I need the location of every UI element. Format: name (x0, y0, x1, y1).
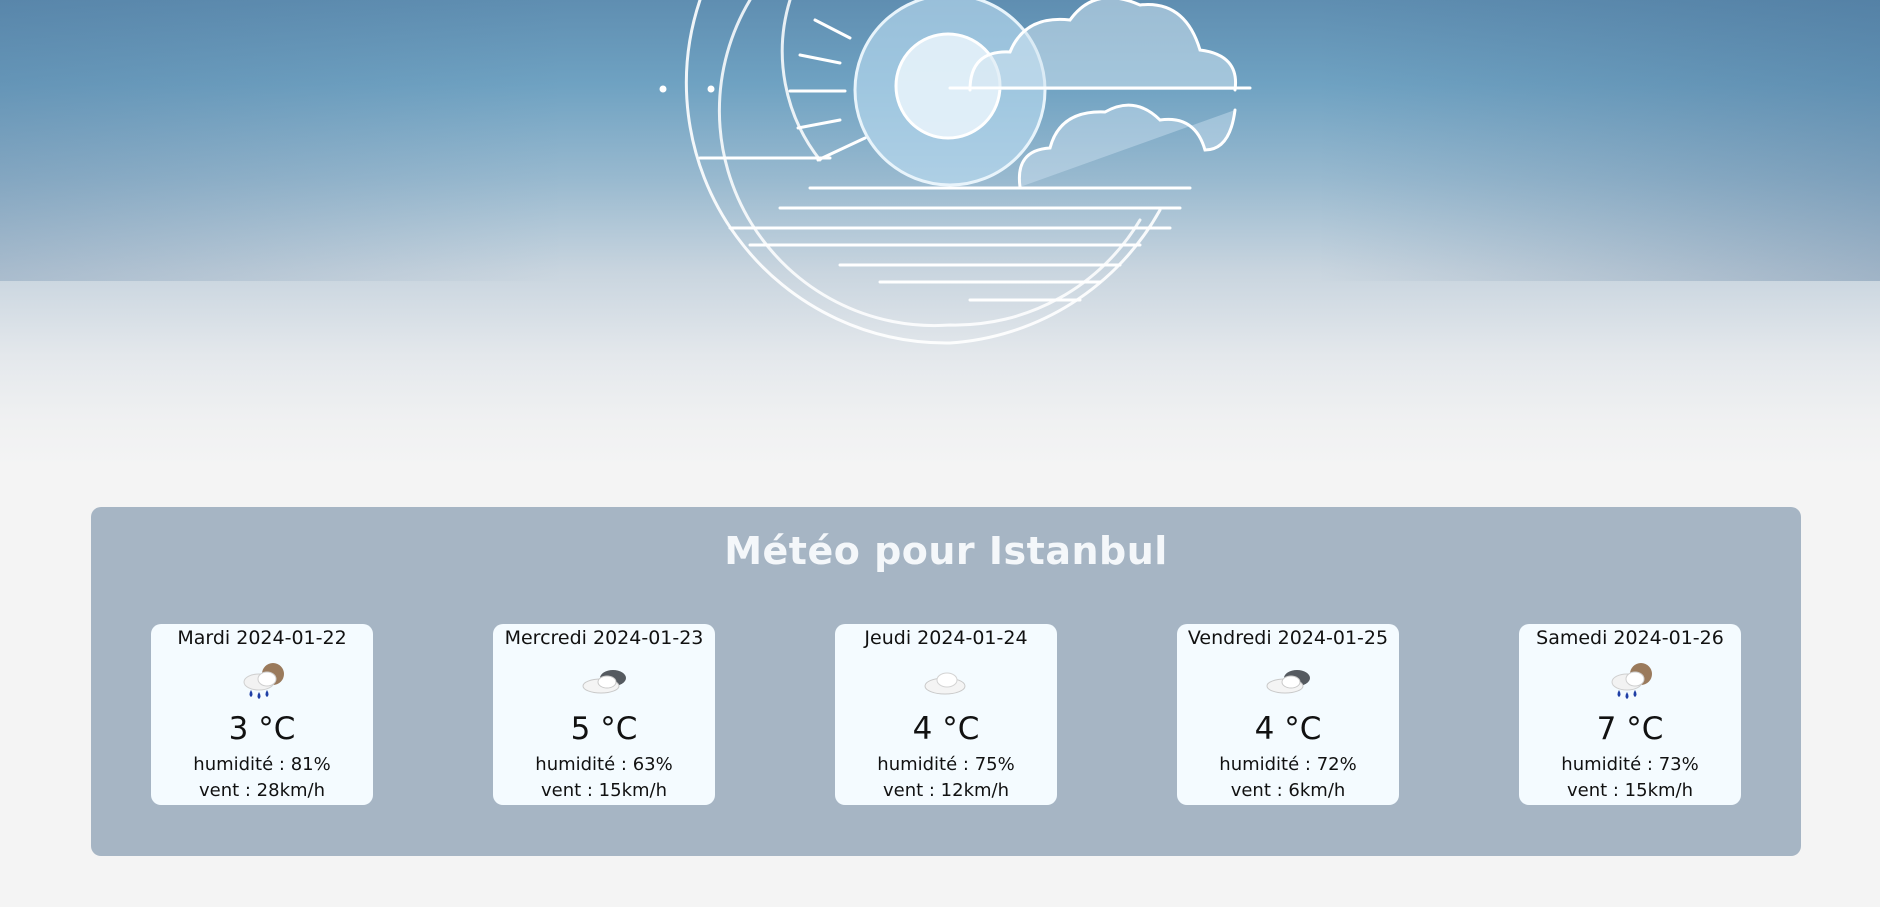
forecast-humidity: humidité : 72% (1219, 754, 1357, 775)
forecast-card: Vendredi 2024-01-25 4 °C humidité : 72% … (1177, 624, 1399, 805)
forecast-temperature: 7 °C (1596, 711, 1664, 747)
forecast-temperature: 3 °C (228, 711, 296, 747)
forecast-humidity: humidité : 81% (193, 754, 331, 775)
forecast-date: Vendredi 2024-01-25 (1187, 627, 1389, 649)
forecast-wind: vent : 15km/h (540, 780, 668, 801)
forecast-list: Mardi 2024-01-22 3 °C humidité : 81% ven… (151, 624, 1741, 805)
forecast-date: Samedi 2024-01-26 (1536, 627, 1724, 649)
forecast-card: Mercredi 2024-01-23 5 °C humidité : 63% … (493, 624, 715, 805)
weather-panel: Météo pour Istanbul Mardi 2024-01-22 3 °… (91, 507, 1801, 856)
forecast-humidity: humidité : 73% (1561, 754, 1699, 775)
forecast-card: Mardi 2024-01-22 3 °C humidité : 81% ven… (151, 624, 373, 805)
forecast-temperature: 4 °C (1254, 711, 1322, 747)
forecast-humidity: humidité : 75% (877, 754, 1015, 775)
forecast-date: Mardi 2024-01-22 (177, 627, 347, 649)
forecast-temperature: 5 °C (570, 711, 638, 747)
cloudy-icon (1266, 670, 1310, 694)
rain-cloud-icon (1611, 663, 1652, 699)
forecast-wind: vent : 12km/h (882, 780, 1010, 801)
forecast-wind: vent : 6km/h (1230, 780, 1346, 801)
cloudy-icon (582, 670, 626, 694)
forecast-temperature: 4 °C (912, 711, 980, 747)
forecast-date: Jeudi 2024-01-24 (864, 627, 1028, 649)
forecast-wind: vent : 15km/h (1566, 780, 1694, 801)
page-title: Météo pour Istanbul (724, 529, 1168, 573)
forecast-humidity: humidité : 63% (535, 754, 673, 775)
forecast-wind: vent : 28km/h (198, 780, 326, 801)
forecast-card: Jeudi 2024-01-24 4 °C humidité : 75% ven… (835, 624, 1057, 805)
forecast-date: Mercredi 2024-01-23 (504, 627, 704, 649)
forecast-card: Samedi 2024-01-26 7 °C humidité : 73% ve… (1519, 624, 1741, 805)
hero-banner (0, 0, 1880, 469)
weather-logo-icon (659, 0, 1252, 345)
cloud-icon (924, 672, 966, 695)
rain-cloud-icon (243, 663, 284, 699)
